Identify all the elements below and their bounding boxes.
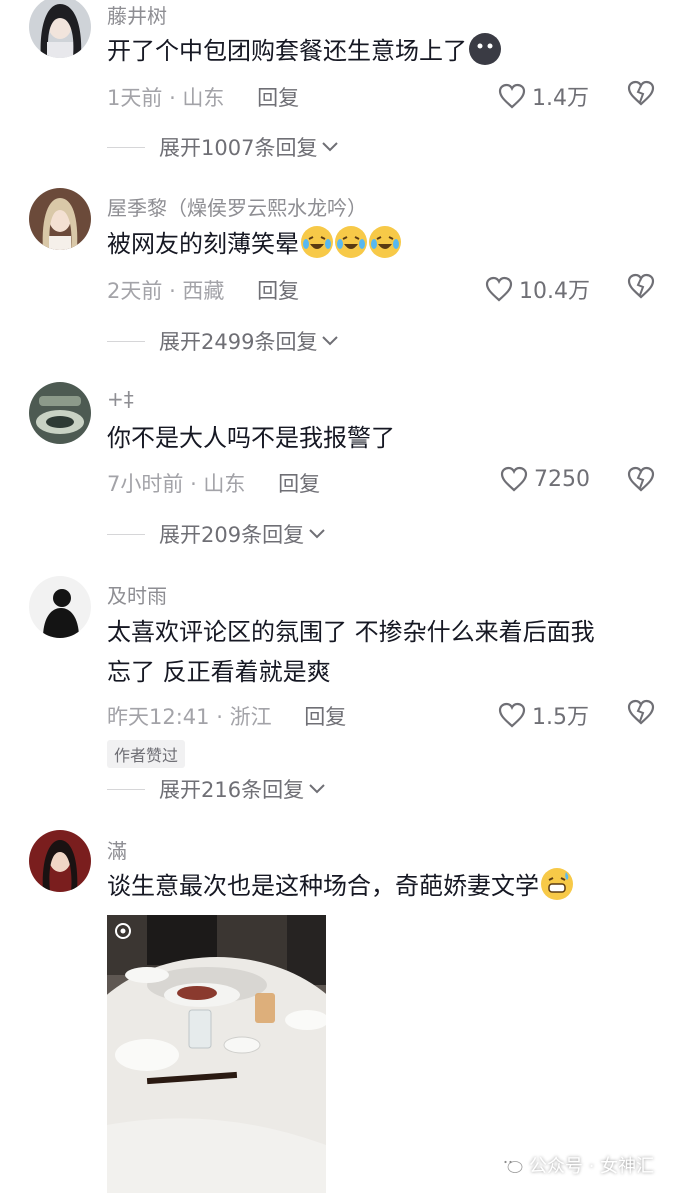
watermark: 公众号 · 女神汇 — [499, 1152, 654, 1178]
dislike-button[interactable] — [626, 273, 656, 303]
like-button[interactable]: 10.4万 — [485, 273, 590, 305]
username[interactable]: 屋季黎（燥侯罗云熙水龙吟） — [107, 192, 367, 221]
comment-text: 谈生意最次也是这种场合，奇葩娇妻文学 — [107, 866, 667, 906]
expand-replies[interactable]: 展开2499条回复 — [107, 326, 339, 356]
like-count: 10.4万 — [519, 279, 590, 304]
like-button[interactable]: 7250 — [500, 466, 590, 492]
comment-text: 太喜欢评论区的氛围了 不掺杂什么来着后面我 忘了 反正看着就是爽 — [107, 612, 667, 692]
chevron-down-icon — [309, 529, 325, 539]
like-count: 1.4万 — [532, 86, 589, 111]
comment-location: 西藏 — [182, 279, 225, 303]
reply-button[interactable]: 回复 — [257, 279, 299, 303]
comment-text-line: 忘了 反正看着就是爽 — [107, 658, 331, 686]
avatar[interactable] — [29, 576, 91, 638]
comment-text: 被网友的刻薄笑晕 — [107, 224, 667, 264]
comment-text: 你不是大人吗不是我报警了 — [107, 424, 395, 452]
comment-meta: 昨天12:41 · 浙江 回复 — [107, 701, 346, 731]
expand-label: 展开1007条回复 — [159, 136, 318, 160]
comment-photo[interactable] — [107, 915, 326, 1193]
meta-separator: · — [216, 705, 230, 729]
comment-meta: 1天前 · 山东 回复 — [107, 82, 299, 112]
divider-line — [107, 788, 145, 790]
meta-separator: · — [169, 86, 183, 110]
expand-replies[interactable]: 展开216条回复 — [107, 774, 326, 804]
comment-time: 1天前 — [107, 86, 163, 110]
avatar[interactable] — [29, 382, 91, 444]
dislike-button[interactable] — [626, 699, 656, 729]
expand-replies[interactable]: 展开1007条回复 — [107, 132, 339, 162]
comment-text: 开了个中包团购套餐还生意场上了 — [107, 31, 667, 71]
comment-meta: 7小时前 · 山东 回复 — [107, 468, 320, 498]
comment-text-body: 被网友的刻薄笑晕 — [107, 230, 299, 258]
avatar[interactable] — [29, 0, 91, 58]
divider-line — [107, 533, 145, 535]
like-count: 1.5万 — [532, 705, 589, 730]
avatar[interactable] — [29, 188, 91, 250]
like-button[interactable]: 1.4万 — [498, 80, 589, 112]
reply-button[interactable]: 回复 — [304, 705, 346, 729]
reply-button[interactable]: 回复 — [257, 86, 299, 110]
comment-text-line: 太喜欢评论区的氛围了 不掺杂什么来着后面我 — [107, 618, 595, 646]
comment-time: 7小时前 — [107, 472, 184, 496]
broken-heart-icon — [627, 699, 655, 725]
chevron-down-icon — [309, 784, 325, 794]
username[interactable]: 及时雨 — [107, 580, 167, 609]
heart-icon — [498, 702, 526, 728]
laugh-cry-emoji-icon — [335, 226, 367, 258]
laugh-cry-emoji-icon — [369, 226, 401, 258]
broken-heart-icon — [627, 466, 655, 492]
dark-face-emoji-icon — [469, 33, 501, 65]
expand-label: 展开216条回复 — [159, 778, 305, 802]
broken-heart-icon — [627, 80, 655, 106]
comment-location: 浙江 — [229, 705, 272, 729]
meta-separator: · — [190, 472, 204, 496]
reply-button[interactable]: 回复 — [278, 472, 320, 496]
grin-sweat-emoji-icon — [541, 868, 573, 900]
wechat-icon — [500, 1156, 523, 1173]
comment-text-body: 谈生意最次也是这种场合，奇葩娇妻文学 — [107, 872, 539, 900]
meta-separator: · — [169, 279, 183, 303]
comment-text-body: 开了个中包团购套餐还生意场上了 — [107, 37, 467, 65]
comment-location: 山东 — [203, 472, 246, 496]
comment-time: 昨天12:41 — [107, 705, 210, 729]
author-liked-badge: 作者赞过 — [107, 740, 186, 768]
comment-location: 山东 — [182, 86, 225, 110]
heart-icon — [485, 276, 513, 302]
expand-replies[interactable]: 展开209条回复 — [107, 519, 326, 549]
expand-label: 展开2499条回复 — [159, 330, 318, 354]
like-button[interactable]: 1.5万 — [498, 699, 589, 731]
chevron-down-icon — [322, 336, 339, 346]
laugh-cry-emoji-icon — [301, 226, 333, 258]
watermark-text: 公众号 · 女神汇 — [529, 1156, 655, 1177]
chevron-down-icon — [322, 142, 339, 152]
like-count: 7250 — [534, 466, 590, 492]
dislike-button[interactable] — [626, 466, 656, 496]
username[interactable]: +‡ — [107, 387, 134, 411]
divider-line — [107, 146, 145, 148]
comment-meta: 2天前 · 西藏 回复 — [107, 275, 299, 305]
comment-time: 2天前 — [107, 279, 163, 303]
heart-icon — [498, 83, 526, 109]
dislike-button[interactable] — [626, 80, 656, 110]
username[interactable]: 滿 — [107, 835, 127, 864]
avatar[interactable] — [29, 830, 91, 892]
username[interactable]: 藤井树 — [107, 0, 167, 29]
broken-heart-icon — [627, 273, 655, 299]
divider-line — [107, 340, 145, 342]
heart-icon — [500, 466, 528, 492]
expand-label: 展开209条回复 — [159, 523, 305, 547]
